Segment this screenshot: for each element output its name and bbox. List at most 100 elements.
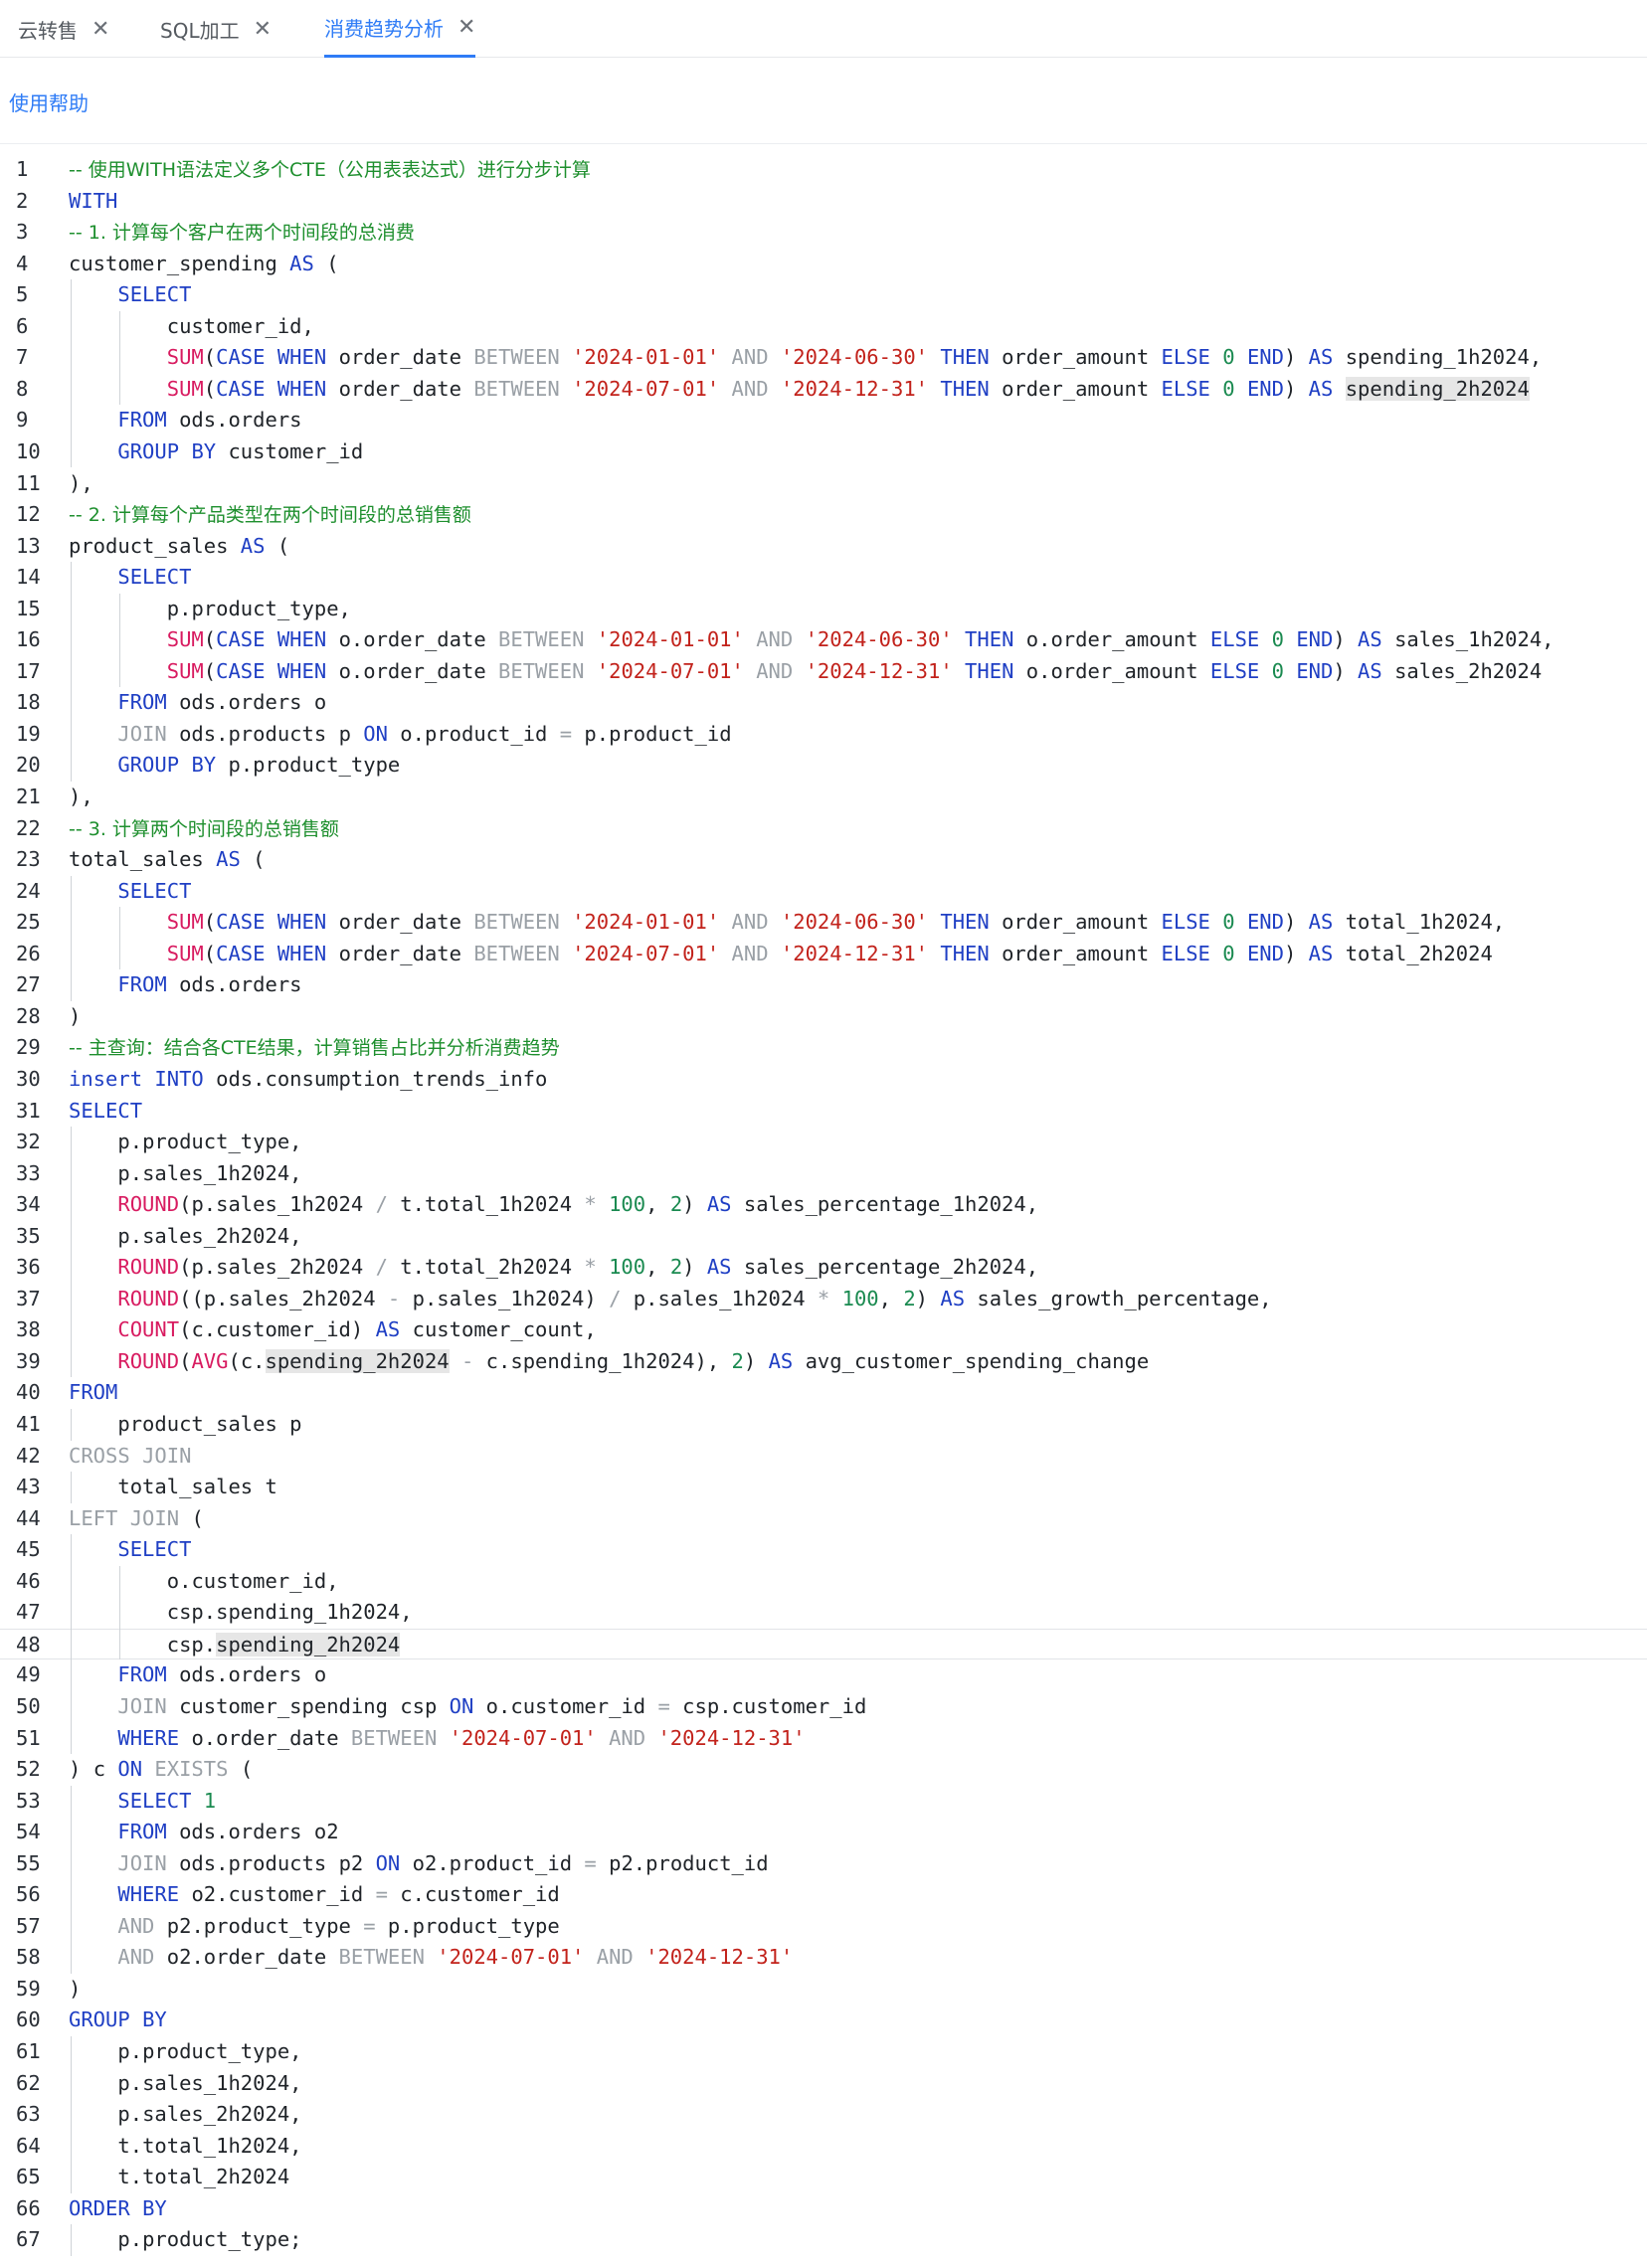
code-line[interactable]: 4 customer_spending AS ( bbox=[0, 249, 1647, 280]
code-line[interactable]: 66 ORDER BY bbox=[0, 2193, 1647, 2225]
code-line[interactable]: 51 WHERE o.order_date BETWEEN '2024-07-0… bbox=[0, 1723, 1647, 1755]
code-text: p.product_type, bbox=[117, 1130, 302, 1154]
code-line[interactable]: 44 LEFT JOIN ( bbox=[0, 1503, 1647, 1535]
code-line[interactable]: 14 SELECT bbox=[0, 562, 1647, 594]
code-line[interactable]: 29 -- 主查询：结合各CTE结果，计算销售占比并分析消费趋势 bbox=[0, 1032, 1647, 1064]
code-line[interactable]: 59) bbox=[0, 1974, 1647, 2006]
code-text: csp.spending_2h2024 bbox=[166, 1632, 401, 1657]
code-line[interactable]: 11), bbox=[0, 468, 1647, 500]
code-text: SUM(CASE WHEN order_date BETWEEN '2024-0… bbox=[166, 941, 1493, 965]
code-line[interactable]: 42 CROSS JOIN bbox=[0, 1441, 1647, 1473]
code-line[interactable]: 16 SUM(CASE WHEN o.order_date BETWEEN '2… bbox=[0, 624, 1647, 656]
code-line[interactable]: 52) c ON EXISTS ( bbox=[0, 1754, 1647, 1786]
code-line[interactable]: 6 customer_id, bbox=[0, 311, 1647, 343]
code-line[interactable]: 48 csp.spending_2h2024 bbox=[0, 1628, 1647, 1660]
code-line[interactable]: 21), bbox=[0, 782, 1647, 813]
code-line[interactable]: 62 p.sales_1h2024, bbox=[0, 2068, 1647, 2100]
code-line[interactable]: 38 COUNT(c.customer_id) AS customer_coun… bbox=[0, 1314, 1647, 1346]
code-line[interactable]: 26 SUM(CASE WHEN order_date BETWEEN '202… bbox=[0, 939, 1647, 970]
code-text: p.sales_2h2024, bbox=[117, 2102, 302, 2127]
line-number: 5 bbox=[16, 282, 29, 307]
code-line[interactable]: 47 csp.spending_1h2024, bbox=[0, 1597, 1647, 1629]
code-line[interactable]: 13 product_sales AS ( bbox=[0, 531, 1647, 563]
close-icon[interactable]: ✕ bbox=[92, 17, 109, 42]
code-line[interactable]: 15 p.product_type, bbox=[0, 594, 1647, 625]
line-number: 55 bbox=[16, 1850, 41, 1875]
code-line[interactable]: 18 FROM ods.orders o bbox=[0, 687, 1647, 719]
line-number: 57 bbox=[16, 1913, 41, 1938]
code-line[interactable]: 65 t.total_2h2024 bbox=[0, 2162, 1647, 2193]
code-line[interactable]: 56 WHERE o2.customer_id = c.customer_id bbox=[0, 1879, 1647, 1911]
line-number: 30 bbox=[16, 1066, 41, 1091]
code-line[interactable]: 67 p.product_type; bbox=[0, 2224, 1647, 2256]
code-line[interactable]: 30 insert INTO ods.consumption_trends_inf… bbox=[0, 1064, 1647, 1096]
close-icon[interactable]: ✕ bbox=[254, 17, 272, 42]
code-line[interactable]: 35 p.sales_2h2024, bbox=[0, 1221, 1647, 1253]
tab-cloud-resale[interactable]: 云转售 ✕ bbox=[18, 0, 109, 58]
code-text: WHERE o2.customer_id = c.customer_id bbox=[117, 1882, 560, 1907]
code-line[interactable]: 46 o.customer_id, bbox=[0, 1566, 1647, 1598]
code-text: customer_spending AS ( bbox=[69, 251, 339, 275]
line-number: 44 bbox=[16, 1505, 41, 1530]
code-line[interactable]: 24 SELECT bbox=[0, 876, 1647, 908]
code-line[interactable]: 64 t.total_1h2024, bbox=[0, 2131, 1647, 2163]
code-line[interactable]: 36 ROUND(p.sales_2h2024 / t.total_2h2024… bbox=[0, 1252, 1647, 1284]
code-line[interactable]: 9 FROM ods.orders bbox=[0, 405, 1647, 436]
line-number: 53 bbox=[16, 1788, 41, 1813]
code-line[interactable]: 3 -- 1. 计算每个客户在两个时间段的总消费 bbox=[0, 217, 1647, 249]
code-line[interactable]: 10 GROUP BY customer_id bbox=[0, 436, 1647, 468]
code-line[interactable]: 63 p.sales_2h2024, bbox=[0, 2099, 1647, 2131]
line-number: 35 bbox=[16, 1223, 41, 1248]
code-line[interactable]: 19 JOIN ods.products p ON o.product_id =… bbox=[0, 719, 1647, 751]
code-line[interactable]: 60 GROUP BY bbox=[0, 2005, 1647, 2036]
close-icon[interactable]: ✕ bbox=[458, 15, 475, 40]
code-line[interactable]: 17 SUM(CASE WHEN o.order_date BETWEEN '2… bbox=[0, 656, 1647, 688]
sql-code-editor[interactable]: 1 -- 使用WITH语法定义多个CTE（公用表表达式）进行分步计算 2 WITH 3 -… bbox=[0, 143, 1647, 2268]
code-text: product_sales p bbox=[117, 1412, 302, 1436]
code-line[interactable]: 23 total_sales AS ( bbox=[0, 844, 1647, 876]
code-line[interactable]: 25 SUM(CASE WHEN order_date BETWEEN '202… bbox=[0, 907, 1647, 939]
line-number: 20 bbox=[16, 753, 41, 778]
code-line[interactable]: 5 SELECT bbox=[0, 279, 1647, 311]
code-line[interactable]: 1 -- 使用WITH语法定义多个CTE（公用表表达式）进行分步计算 bbox=[0, 154, 1647, 186]
code-line[interactable]: 27 FROM ods.orders bbox=[0, 969, 1647, 1001]
code-line[interactable]: 53 SELECT 1 bbox=[0, 1786, 1647, 1818]
code-line[interactable]: 57 AND p2.product_type = p.product_type bbox=[0, 1911, 1647, 1943]
code-line[interactable]: 40 FROM bbox=[0, 1377, 1647, 1409]
code-line[interactable]: 33 p.sales_1h2024, bbox=[0, 1158, 1647, 1190]
code-line[interactable]: 61 p.product_type, bbox=[0, 2036, 1647, 2068]
code-line[interactable]: 43 total_sales t bbox=[0, 1472, 1647, 1503]
code-line[interactable]: 58 AND o2.order_date BETWEEN '2024-07-01… bbox=[0, 1942, 1647, 1974]
code-line[interactable]: 20 GROUP BY p.product_type bbox=[0, 750, 1647, 782]
code-line[interactable]: 54 FROM ods.orders o2 bbox=[0, 1817, 1647, 1848]
indent-guide bbox=[71, 279, 72, 468]
code-text: p.product_type, bbox=[117, 2039, 302, 2063]
line-number: 54 bbox=[16, 1820, 41, 1844]
tab-consumption-trend-analysis[interactable]: 消费趋势分析 ✕ bbox=[324, 0, 476, 58]
line-number: 14 bbox=[16, 565, 41, 590]
code-line[interactable]: 28) bbox=[0, 1001, 1647, 1033]
line-number: 2 bbox=[16, 188, 29, 213]
code-line[interactable]: 7 SUM(CASE WHEN order_date BETWEEN '2024… bbox=[0, 342, 1647, 374]
help-link[interactable]: 使用帮助 bbox=[9, 87, 89, 116]
code-text: p.sales_2h2024, bbox=[117, 1223, 302, 1248]
code-line[interactable]: 12 -- 2. 计算每个产品类型在两个时间段的总销售额 bbox=[0, 499, 1647, 531]
code-line[interactable]: 31 SELECT bbox=[0, 1096, 1647, 1128]
code-text: FROM ods.orders bbox=[117, 408, 302, 433]
code-line[interactable]: 2 WITH bbox=[0, 186, 1647, 218]
code-line[interactable]: 49 FROM ods.orders o bbox=[0, 1659, 1647, 1691]
code-line[interactable]: 37 ROUND((p.sales_2h2024 - p.sales_1h202… bbox=[0, 1284, 1647, 1315]
code-line[interactable]: 8 SUM(CASE WHEN order_date BETWEEN '2024… bbox=[0, 374, 1647, 406]
code-line[interactable]: 45 SELECT bbox=[0, 1534, 1647, 1566]
line-number: 11 bbox=[16, 470, 41, 495]
code-line[interactable]: 39 ROUND(AVG(c.spending_2h2024 - c.spend… bbox=[0, 1346, 1647, 1378]
tab-sql-processing[interactable]: SQL加工 ✕ bbox=[160, 0, 272, 58]
line-number: 41 bbox=[16, 1412, 41, 1436]
code-line[interactable]: 50 JOIN customer_spending csp ON o.custo… bbox=[0, 1691, 1647, 1723]
code-line[interactable]: 22 -- 3. 计算两个时间段的总销售额 bbox=[0, 813, 1647, 845]
code-line[interactable]: 41 product_sales p bbox=[0, 1409, 1647, 1441]
code-line[interactable]: 34 ROUND(p.sales_1h2024 / t.total_1h2024… bbox=[0, 1189, 1647, 1221]
indent-guide bbox=[119, 310, 121, 406]
code-line[interactable]: 55 JOIN ods.products p2 ON o2.product_id… bbox=[0, 1848, 1647, 1880]
code-line[interactable]: 32 p.product_type, bbox=[0, 1127, 1647, 1158]
